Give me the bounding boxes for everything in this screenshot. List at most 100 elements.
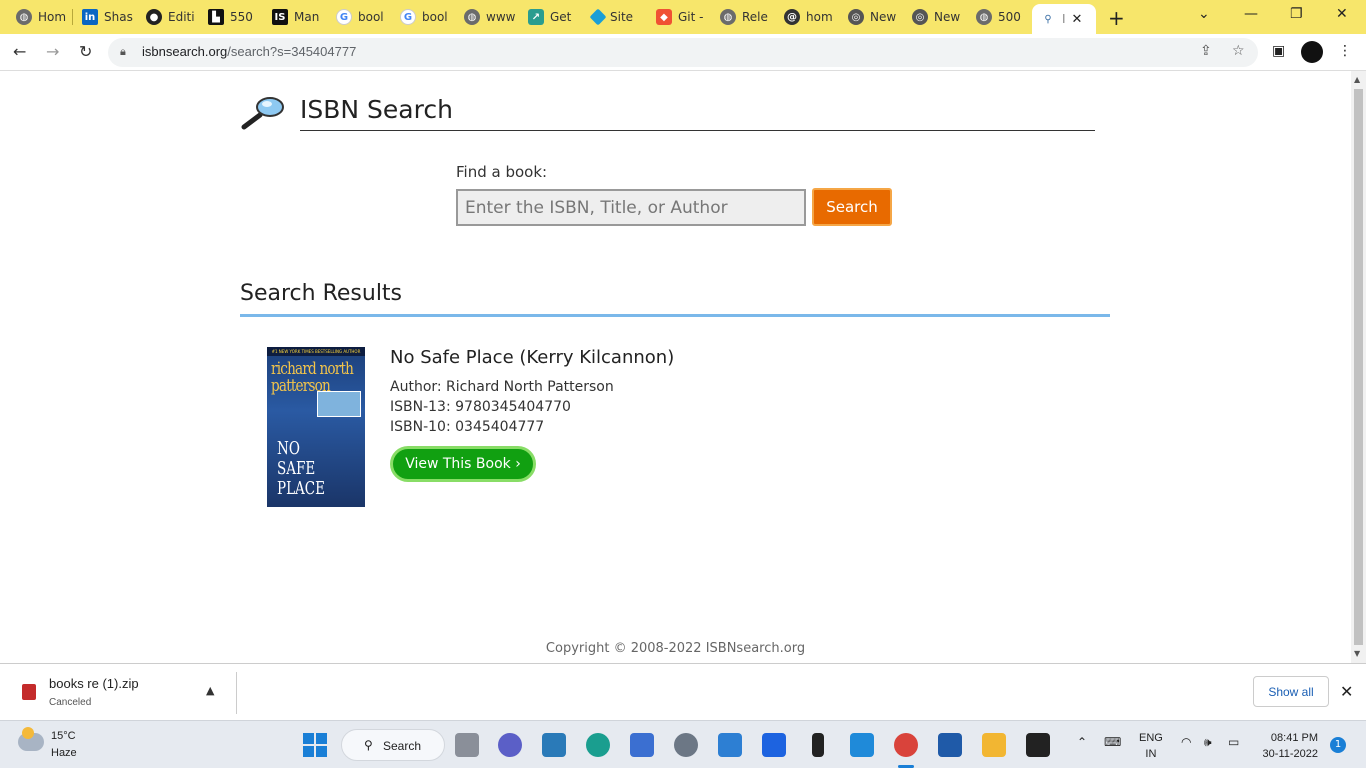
settings-gear-icon[interactable]: [674, 733, 698, 757]
tab-isbn-search-active[interactable]: ⚲ I ✕: [1032, 4, 1096, 34]
wifi-icon[interactable]: ◠: [1181, 735, 1191, 749]
tab-550[interactable]: ▙ 550: [200, 4, 260, 30]
tab-label: New: [870, 10, 897, 24]
cover-banner: #1 NEW YORK TIMES BESTSELLING AUTHOR: [267, 347, 365, 356]
start-button[interactable]: [303, 733, 327, 757]
diamond-icon: [589, 8, 607, 26]
scroll-down-arrow-icon[interactable]: ▼: [1354, 649, 1360, 658]
task-view-icon[interactable]: [455, 733, 479, 757]
url-text[interactable]: isbnsearch.org/search?s=345404777: [142, 44, 356, 59]
mail-icon[interactable]: [718, 733, 742, 757]
download-status: Canceled: [49, 697, 92, 708]
google-icon: G: [336, 9, 352, 25]
book-cover-image[interactable]: #1 NEW YORK TIMES BESTSELLING AUTHOR ric…: [267, 347, 365, 507]
tab-rele[interactable]: ◍ Rele: [712, 4, 774, 30]
magnifier-icon: ⚲: [1040, 11, 1056, 27]
app-icon: ↗: [528, 9, 544, 25]
weather-icon[interactable]: [18, 727, 44, 751]
site-title[interactable]: ISBN Search: [300, 95, 453, 124]
tab-site[interactable]: Site: [584, 4, 646, 30]
tab-new-2[interactable]: ◎ New: [904, 4, 966, 30]
tab-label: 550: [230, 10, 253, 24]
tab-get[interactable]: ↗ Get: [520, 4, 580, 30]
scroll-thumb[interactable]: [1354, 89, 1363, 645]
share-icon[interactable]: ⇪: [1200, 43, 1212, 59]
forward-button[interactable]: →: [46, 42, 59, 61]
tray-chevron-up-icon[interactable]: ⌃: [1077, 735, 1087, 749]
tab-home[interactable]: ◍ Hom: [8, 4, 68, 30]
tab-label: 500: [998, 10, 1021, 24]
desktop-icon[interactable]: [542, 733, 566, 757]
git-icon: ◆: [656, 9, 672, 25]
page-scrollbar[interactable]: ▲ ▼: [1351, 71, 1366, 663]
battery-icon[interactable]: ▭: [1228, 735, 1239, 749]
globe-icon: ◍: [720, 9, 736, 25]
tab-hom[interactable]: @ hom: [776, 4, 838, 30]
tab-www[interactable]: ◍ www: [456, 4, 516, 30]
tab-new-1[interactable]: ◎ New: [840, 4, 902, 30]
tab-linkedin[interactable]: in Shas: [74, 4, 134, 30]
system-clock[interactable]: 08:41 PM 30-11-2022: [1258, 730, 1318, 762]
bolt-app-icon[interactable]: [812, 733, 824, 757]
close-window-button[interactable]: ✕: [1336, 6, 1348, 22]
taskbar-search[interactable]: ⚲ Search: [341, 729, 445, 761]
address-bar[interactable]: 🔒︎ isbnsearch.org/search?s=345404777 ⇪ ☆: [108, 38, 1258, 67]
reload-button[interactable]: ↻: [79, 42, 92, 61]
chevron-up-icon[interactable]: ▲: [206, 684, 214, 697]
terminal-icon[interactable]: [1026, 733, 1050, 757]
tab-git[interactable]: ◆ Git -: [648, 4, 710, 30]
restore-button[interactable]: ❐: [1290, 6, 1303, 22]
chrome-taskbar-icon[interactable]: [894, 733, 918, 757]
vscode-icon[interactable]: [850, 733, 874, 757]
browser-toolbar: ← → ↻ 🔒︎ isbnsearch.org/search?s=3454047…: [0, 34, 1366, 71]
tab-search-chevron-icon[interactable]: ⌄: [1198, 6, 1210, 22]
keyboard-icon[interactable]: ⌨: [1104, 735, 1121, 749]
scroll-up-arrow-icon[interactable]: ▲: [1354, 75, 1360, 84]
tab-label: Git -: [678, 10, 704, 24]
volume-icon[interactable]: 🕪︎: [1204, 735, 1212, 750]
show-all-button[interactable]: Show all: [1253, 676, 1329, 707]
chrome-icon: ◎: [912, 9, 928, 25]
side-panel-icon[interactable]: ▣: [1272, 43, 1285, 59]
tab-label: Man: [294, 10, 320, 24]
search-input[interactable]: [456, 189, 806, 226]
search-button[interactable]: Search: [812, 188, 892, 226]
windows-taskbar: 15°C Haze ⚲ Search ⌃ ⌨ ENG IN ◠ 🕪︎ ▭ 08:…: [0, 720, 1366, 768]
tab-label: Editi: [168, 10, 195, 24]
dropbox-icon[interactable]: [762, 733, 786, 757]
tab-500[interactable]: ◍ 500: [968, 4, 1030, 30]
download-filename[interactable]: books re (1).zip: [49, 676, 139, 691]
bookmark-star-icon[interactable]: ☆: [1232, 43, 1245, 59]
weather-condition[interactable]: Haze: [51, 747, 77, 759]
cover-title: NO SAFE PLACE: [277, 438, 325, 499]
tab-label: bool: [358, 10, 384, 24]
back-button[interactable]: ←: [13, 42, 26, 61]
minimize-button[interactable]: —: [1244, 6, 1258, 22]
chat-icon[interactable]: [498, 733, 522, 757]
profile-avatar[interactable]: [1301, 41, 1323, 63]
file-explorer-icon[interactable]: [982, 733, 1006, 757]
book-isbn10: ISBN-10: 0345404777: [390, 419, 545, 435]
close-tab-icon[interactable]: ✕: [1072, 12, 1083, 27]
close-download-bar-icon[interactable]: ✕: [1340, 682, 1353, 701]
start-pane: [316, 746, 327, 757]
tab-github[interactable]: ● Editi: [138, 4, 198, 30]
tab-man[interactable]: IS Man: [264, 4, 324, 30]
tab-google-2[interactable]: G bool: [392, 4, 452, 30]
word-icon[interactable]: [938, 733, 962, 757]
language-indicator[interactable]: ENG IN: [1139, 730, 1163, 762]
store-icon[interactable]: [630, 733, 654, 757]
language-code: ENG: [1139, 732, 1163, 744]
new-tab-button[interactable]: +: [1108, 6, 1125, 30]
book-title-link[interactable]: No Safe Place (Kerry Kilcannon): [390, 347, 674, 368]
view-this-book-button[interactable]: View This Book ›: [390, 446, 536, 482]
github-icon: ●: [146, 9, 162, 25]
more-menu-icon[interactable]: ⋮: [1338, 43, 1352, 59]
notification-badge[interactable]: 1: [1330, 737, 1346, 753]
download-divider: [236, 672, 237, 714]
lock-icon[interactable]: 🔒︎: [120, 45, 126, 59]
edge-icon[interactable]: [586, 733, 610, 757]
weather-temperature[interactable]: 15°C: [51, 730, 76, 742]
magnifier-logo-icon: [241, 97, 284, 130]
tab-google-1[interactable]: G bool: [328, 4, 388, 30]
